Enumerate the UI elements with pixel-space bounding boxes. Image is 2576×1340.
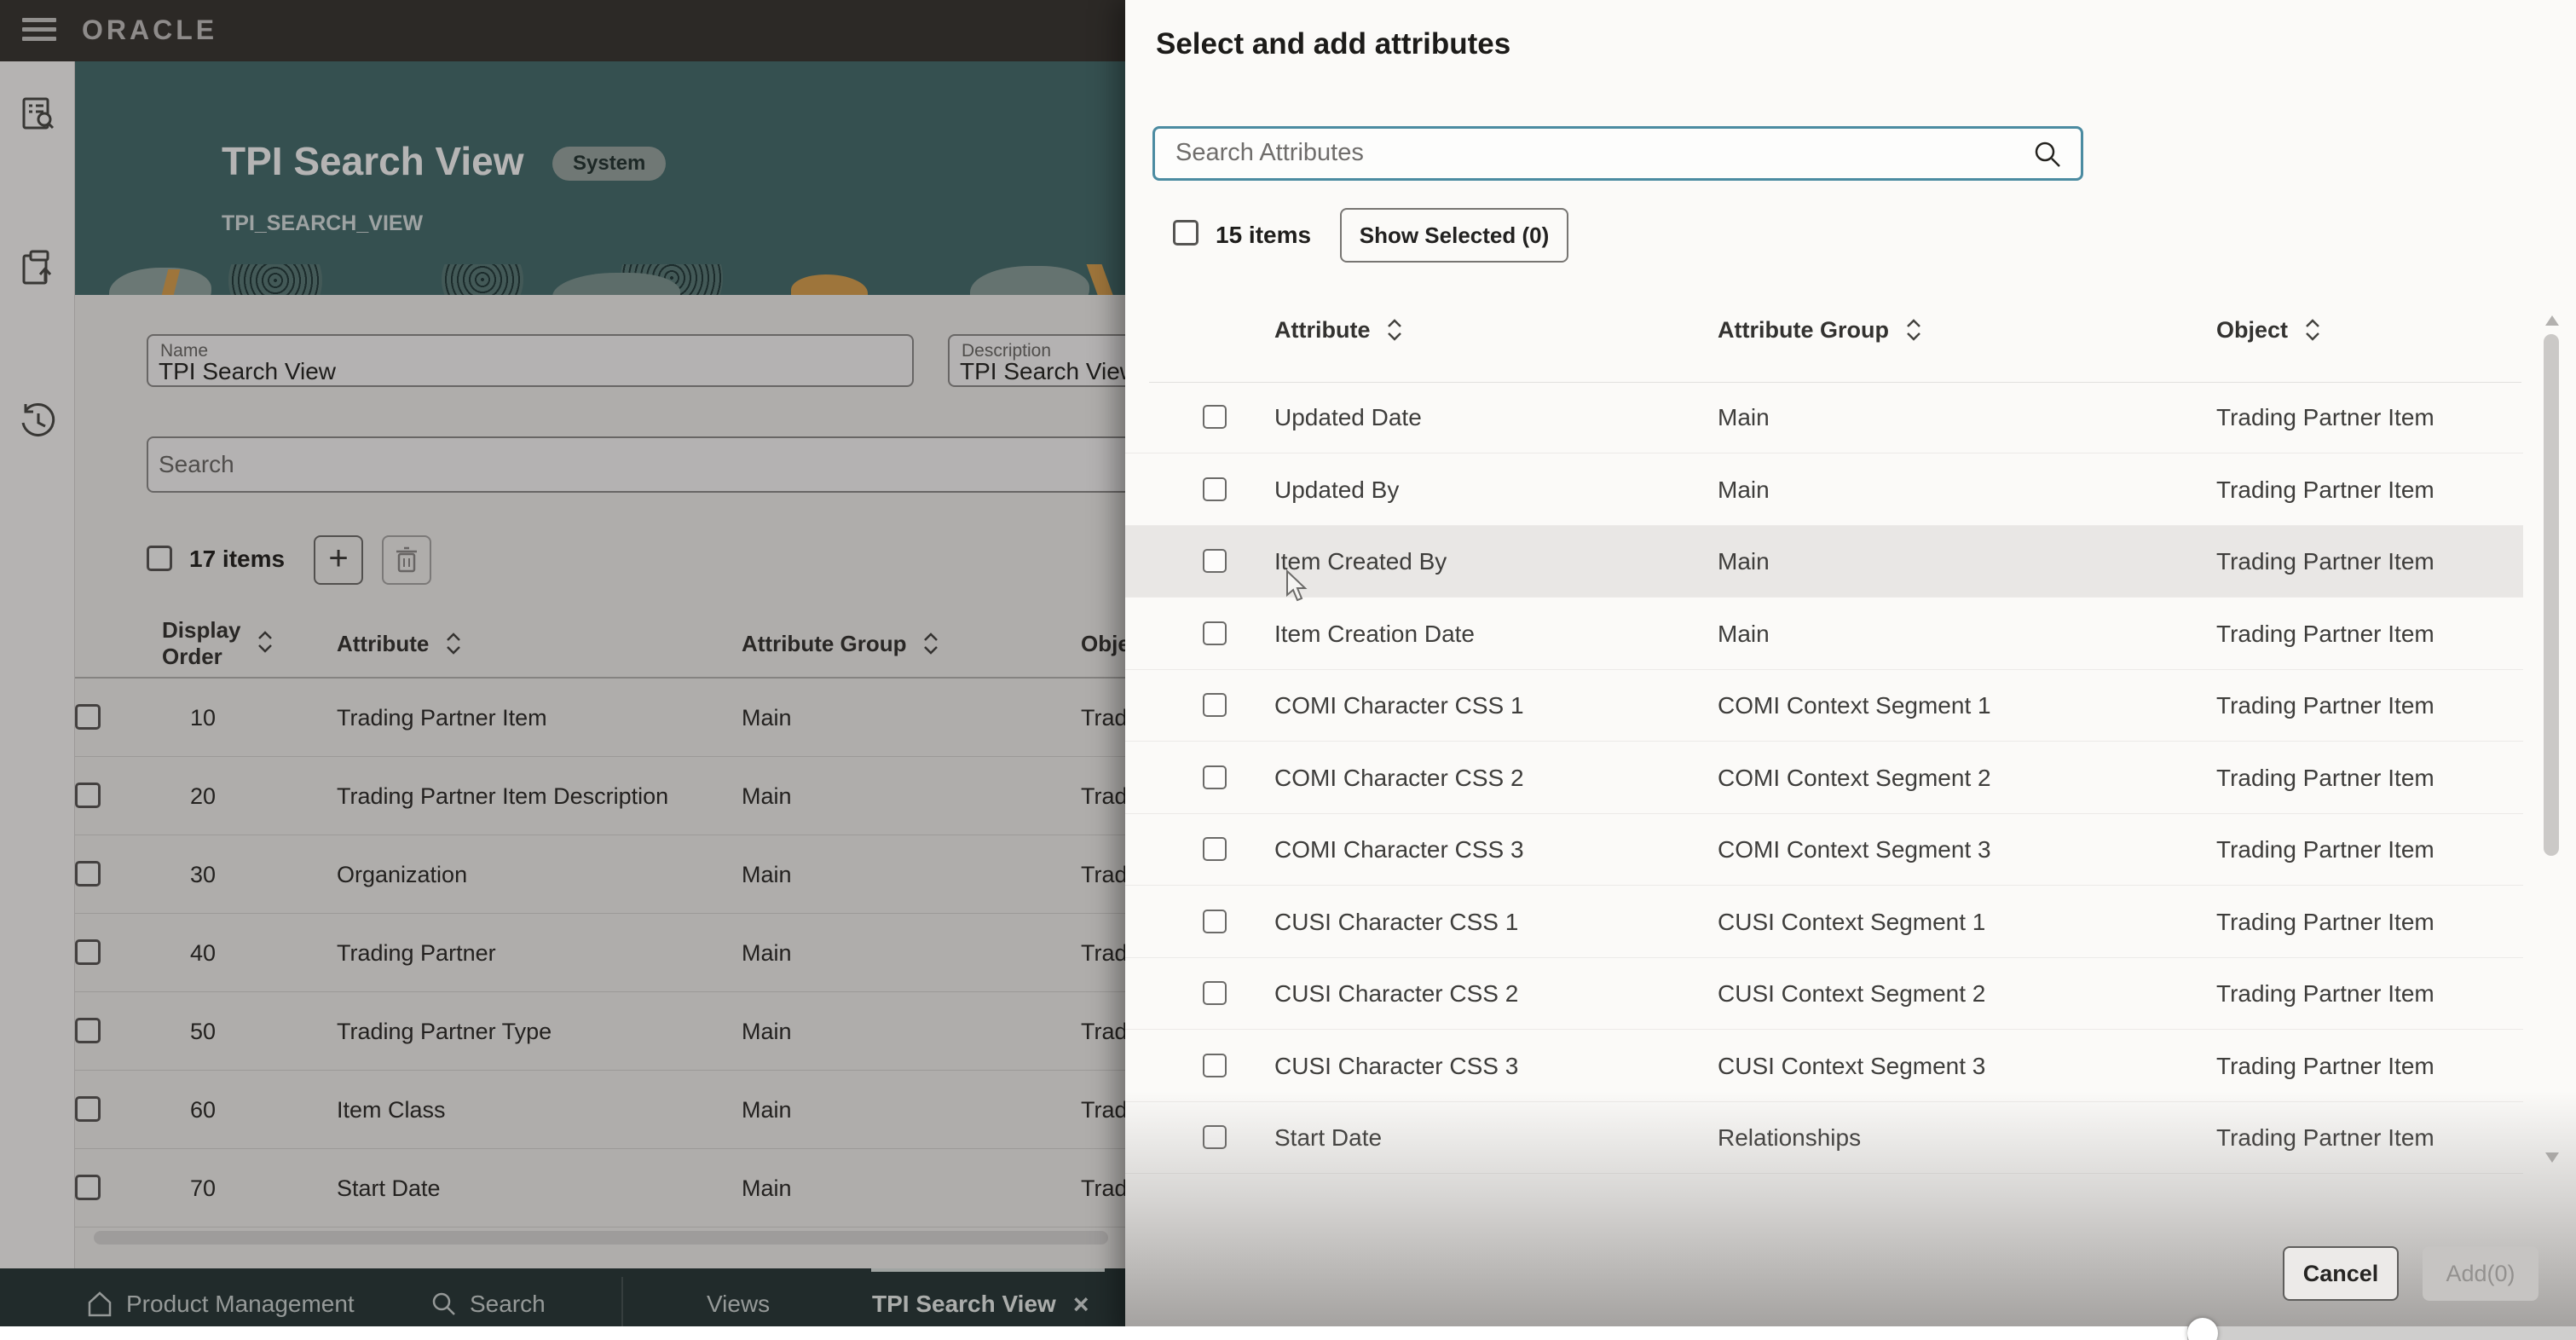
modal-scrim bbox=[0, 0, 1125, 1340]
row-checkbox[interactable] bbox=[1203, 549, 1227, 573]
cell-attribute: Updated By bbox=[1274, 454, 1399, 526]
cell-attribute: COMI Character CSS 3 bbox=[1274, 814, 1524, 886]
table-row[interactable]: COMI Character CSS 3 COMI Context Segmen… bbox=[1125, 814, 2523, 886]
add-button[interactable]: Add(0) bbox=[2423, 1246, 2538, 1301]
screen: ORACLE TPI Search View System TPI_SEARCH… bbox=[0, 0, 2576, 1340]
table-row[interactable]: Item Creation Date Main Trading Partner … bbox=[1125, 598, 2523, 670]
cell-attribute: Item Creation Date bbox=[1274, 598, 1475, 670]
panel-search-input[interactable] bbox=[1175, 139, 2011, 167]
cell-attribute: Start Date bbox=[1274, 1102, 1382, 1174]
cell-object: Trading Partner Item bbox=[2216, 454, 2434, 526]
table-row[interactable]: COMI Character CSS 1 COMI Context Segmen… bbox=[1125, 670, 2523, 742]
cell-attribute-group: Relationships bbox=[1718, 1102, 1861, 1174]
row-checkbox[interactable] bbox=[1203, 1054, 1227, 1077]
sort-icon[interactable] bbox=[1385, 319, 1404, 341]
progress-done bbox=[0, 1326, 2187, 1340]
cell-attribute-group: COMI Context Segment 1 bbox=[1718, 670, 1991, 742]
search-icon[interactable] bbox=[2033, 140, 2062, 169]
sort-icon[interactable] bbox=[1904, 319, 1923, 341]
cell-object: Trading Partner Item bbox=[2216, 382, 2434, 453]
table-row[interactable]: Item Created By Main Trading Partner Ite… bbox=[1125, 526, 2523, 598]
cell-attribute-group: Main bbox=[1718, 526, 1770, 598]
cell-attribute-group: CUSI Context Segment 1 bbox=[1718, 887, 1985, 958]
row-checkbox[interactable] bbox=[1203, 621, 1227, 645]
column-header-attribute-group[interactable]: Attribute Group bbox=[1718, 317, 1923, 344]
cell-object: Trading Partner Item bbox=[2216, 1031, 2434, 1102]
column-header-attribute[interactable]: Attribute bbox=[1274, 317, 1404, 344]
video-progress-bar[interactable] bbox=[0, 1326, 2576, 1340]
cell-attribute: COMI Character CSS 2 bbox=[1274, 742, 1524, 814]
vertical-scrollbar[interactable] bbox=[2544, 334, 2559, 856]
panel-items-count: 15 items bbox=[1216, 222, 1311, 249]
column-header-object[interactable]: Object bbox=[2216, 317, 2322, 344]
scroll-up-arrow-icon[interactable] bbox=[2545, 315, 2559, 326]
cell-attribute: COMI Character CSS 1 bbox=[1274, 670, 1524, 742]
row-checkbox[interactable] bbox=[1203, 765, 1227, 789]
cell-attribute-group: COMI Context Segment 3 bbox=[1718, 814, 1991, 886]
table-row[interactable]: Start Date Relationships Trading Partner… bbox=[1125, 1102, 2523, 1174]
cell-object: Trading Partner Item bbox=[2216, 1102, 2434, 1174]
table-row[interactable]: CUSI Character CSS 1 CUSI Context Segmen… bbox=[1125, 887, 2523, 958]
row-checkbox[interactable] bbox=[1203, 910, 1227, 933]
table-row[interactable]: Updated Date Main Trading Partner Item bbox=[1125, 382, 2523, 453]
cell-attribute-group: CUSI Context Segment 2 bbox=[1718, 958, 1985, 1030]
cell-attribute: CUSI Character CSS 3 bbox=[1274, 1031, 1518, 1102]
cancel-button[interactable]: Cancel bbox=[2283, 1246, 2399, 1301]
table-row[interactable]: CUSI Character CSS 2 CUSI Context Segmen… bbox=[1125, 958, 2523, 1030]
show-selected-button[interactable]: Show Selected (0) bbox=[1340, 208, 1568, 263]
cell-object: Trading Partner Item bbox=[2216, 526, 2434, 598]
sort-icon[interactable] bbox=[2303, 319, 2322, 341]
cell-attribute-group: CUSI Context Segment 3 bbox=[1718, 1031, 1985, 1102]
cell-attribute-group: Main bbox=[1718, 598, 1770, 670]
cell-object: Trading Partner Item bbox=[2216, 887, 2434, 958]
cell-attribute-group: Main bbox=[1718, 382, 1770, 453]
cell-attribute: CUSI Character CSS 2 bbox=[1274, 958, 1518, 1030]
cell-attribute-group: COMI Context Segment 2 bbox=[1718, 742, 1991, 814]
panel-select-all-checkbox[interactable] bbox=[1173, 220, 1198, 245]
cell-object: Trading Partner Item bbox=[2216, 958, 2434, 1030]
scroll-down-arrow-icon[interactable] bbox=[2545, 1152, 2559, 1163]
panel-title: Select and add attributes bbox=[1156, 27, 1510, 61]
cell-attribute: CUSI Character CSS 1 bbox=[1274, 887, 1518, 958]
row-checkbox[interactable] bbox=[1203, 405, 1227, 429]
cell-attribute-group: Main bbox=[1718, 454, 1770, 526]
cell-object: Trading Partner Item bbox=[2216, 814, 2434, 886]
cell-object: Trading Partner Item bbox=[2216, 670, 2434, 742]
table-row[interactable]: COMI Character CSS 2 COMI Context Segmen… bbox=[1125, 742, 2523, 814]
cell-attribute: Updated Date bbox=[1274, 382, 1422, 453]
row-checkbox[interactable] bbox=[1203, 477, 1227, 501]
cell-object: Trading Partner Item bbox=[2216, 598, 2434, 670]
select-attributes-panel: Select and add attributes 15 items Show … bbox=[1125, 0, 2576, 1340]
panel-search-field bbox=[1152, 126, 2083, 181]
row-checkbox[interactable] bbox=[1203, 1125, 1227, 1149]
mouse-cursor bbox=[1284, 569, 1309, 604]
table-row[interactable]: CUSI Character CSS 3 CUSI Context Segmen… bbox=[1125, 1031, 2523, 1102]
table-row[interactable]: Updated By Main Trading Partner Item bbox=[1125, 454, 2523, 526]
row-checkbox[interactable] bbox=[1203, 837, 1227, 861]
row-checkbox[interactable] bbox=[1203, 693, 1227, 717]
row-checkbox[interactable] bbox=[1203, 981, 1227, 1005]
cell-object: Trading Partner Item bbox=[2216, 742, 2434, 814]
progress-remaining bbox=[2187, 1326, 2576, 1340]
